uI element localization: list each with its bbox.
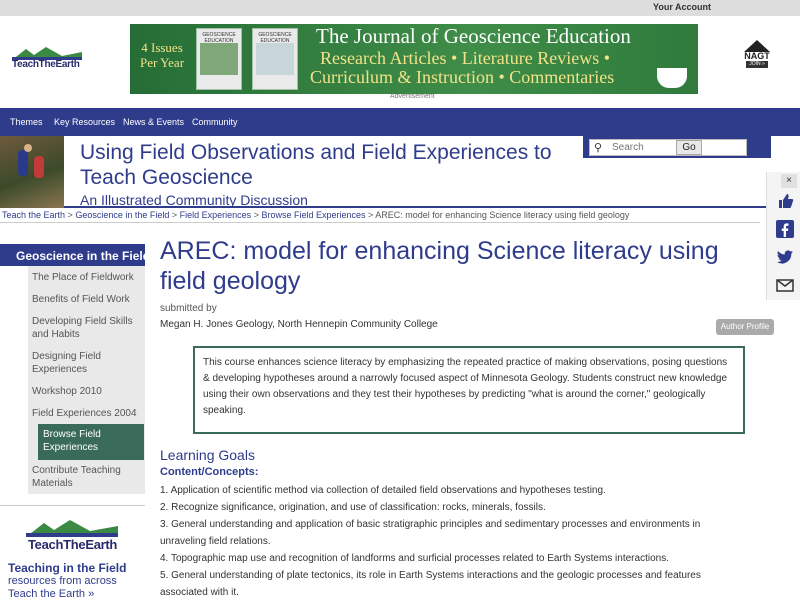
sidebar-item-designing[interactable]: Designing Field Experiences [32,350,140,376]
breadcrumb-divider [0,222,760,223]
sidebar-item-field-skills[interactable]: Developing Field Skills and Habits [32,315,140,341]
logo-text: TeachTheEarth [28,537,118,552]
breadcrumb-current: AREC: model for enhancing Science litera… [375,210,630,220]
submitted-by-label: submitted by [160,303,217,314]
teach-the-earth-logo[interactable]: TeachTheEarth [12,46,82,72]
goal-item: 1. Application of scientific method via … [160,485,606,496]
site-header: TeachTheEarth 4 Issues Per Year GEOSCIEN… [0,16,800,108]
breadcrumb-link[interactable]: Field Experiences [180,210,252,220]
field-photo [0,136,64,208]
nav-item-community[interactable]: Community [192,117,238,127]
magazine-cover: GEOSCIENCE EDUCATION [252,28,298,90]
sidebar-item-benefits[interactable]: Benefits of Field Work [32,293,140,306]
nav-item-news-events[interactable]: News & Events [123,117,184,127]
breadcrumb-link[interactable]: Browse Field Experiences [261,210,365,220]
sidebar-item-place-of-fieldwork[interactable]: The Place of Fieldwork [32,271,140,284]
main-content: AREC: model for enhancing Science litera… [160,230,774,600]
breadcrumb-link[interactable]: Teach the Earth [2,210,65,220]
goal-item: 2. Recognize significance, origination, … [160,502,546,513]
page-title: AREC: model for enhancing Science litera… [160,237,719,295]
cover-picture [200,43,238,75]
photo-figure [24,144,32,152]
banner-line-1: Research Articles • Literature Reviews • [320,48,610,68]
like-icon[interactable] [776,192,794,210]
banner-journal-title: The Journal of Geoscience Education [316,24,631,48]
logo-text: TeachTheEarth [12,59,80,70]
nav-item-key-resources[interactable]: Key Resources [54,117,115,127]
magazine-cover: GEOSCIENCE EDUCATION [196,28,242,90]
nav-item-themes[interactable]: Themes [10,117,43,127]
photo-figure [18,150,28,176]
your-account-link[interactable]: Your Account [653,2,711,12]
banner-issues-text: 4 Issues Per Year [139,40,185,70]
goal-item: 5. General understanding of plate tecton… [160,570,701,598]
journal-ad-banner[interactable]: 4 Issues Per Year GEOSCIENCE EDUCATION G… [130,24,698,94]
sidebar-gutter [0,266,28,494]
nagt-name: NAGT [744,51,770,61]
photo-figure [34,156,44,178]
sidebar-item-field-experiences-2004[interactable]: Field Experiences 2004 [32,407,140,420]
banner-line-2: Curriculum & Instruction • Commentaries [310,67,615,87]
mountain-logo-icon [26,520,118,537]
site-section-title[interactable]: Using Field Observations and Field Exper… [80,140,580,190]
sidebar-item-workshop-2010[interactable]: Workshop 2010 [32,385,140,398]
content-concepts-heading: Content/Concepts: [160,466,259,478]
learning-goals-heading: Learning Goals [160,447,255,463]
search-box: ⚲ Go [589,139,747,156]
facebook-icon[interactable] [776,220,794,238]
breadcrumb-link[interactable]: Geoscience in the Field [75,210,169,220]
search-icon: ⚲ [594,142,603,154]
sidebar: Geoscience in the Field The Place of Fie… [0,244,150,494]
page-title-band: Using Field Observations and Field Exper… [0,136,800,208]
author-profile-button[interactable]: Author Profile [716,319,774,335]
top-bar: Your Account [0,0,800,16]
sidebar-item-contribute[interactable]: Contribute Teaching Materials [32,464,140,490]
teaching-in-field-box: TeachTheEarth Teaching in the Field reso… [0,505,145,600]
search-go-button[interactable]: Go [676,140,702,155]
email-icon[interactable] [776,276,794,294]
close-icon[interactable]: × [781,174,797,188]
breadcrumb: Teach the Earth > Geoscience in the Fiel… [2,210,630,220]
nagt-logo[interactable]: NAGT JOIN » [738,40,776,68]
share-toolbar: × [766,172,800,300]
goal-item: 4. Topographic map use and recognition o… [160,553,669,564]
search-input[interactable] [612,140,672,155]
goal-item: 3. General understanding and application… [160,519,701,547]
box-divider [0,505,145,506]
main-nav: Themes Key Resources News & Events Commu… [0,108,800,136]
advertisement-label: Advertisement [390,93,435,100]
course-description: This course enhances science literacy by… [193,346,745,434]
search-bar: ⚲ Go [583,136,771,158]
twitter-icon[interactable] [776,248,794,266]
teach-the-earth-logo[interactable]: TeachTheEarth [26,519,118,553]
nagt-join-button[interactable]: JOIN » [746,61,768,68]
teaching-in-field-link[interactable]: resources from across Teach the Earth » [8,575,138,600]
title-divider [64,206,800,208]
teaching-in-field-heading[interactable]: Teaching in the Field [8,561,126,575]
sidebar-item-browse-field-experiences[interactable]: Browse Field Experiences [38,424,144,460]
cover-picture [256,43,294,75]
mountain-logo-icon [12,47,82,60]
sidebar-header[interactable]: Geoscience in the Field [0,244,150,266]
author-name: Megan H. Jones Geology, North Hennepin C… [160,319,438,330]
ship-icon [657,68,687,88]
